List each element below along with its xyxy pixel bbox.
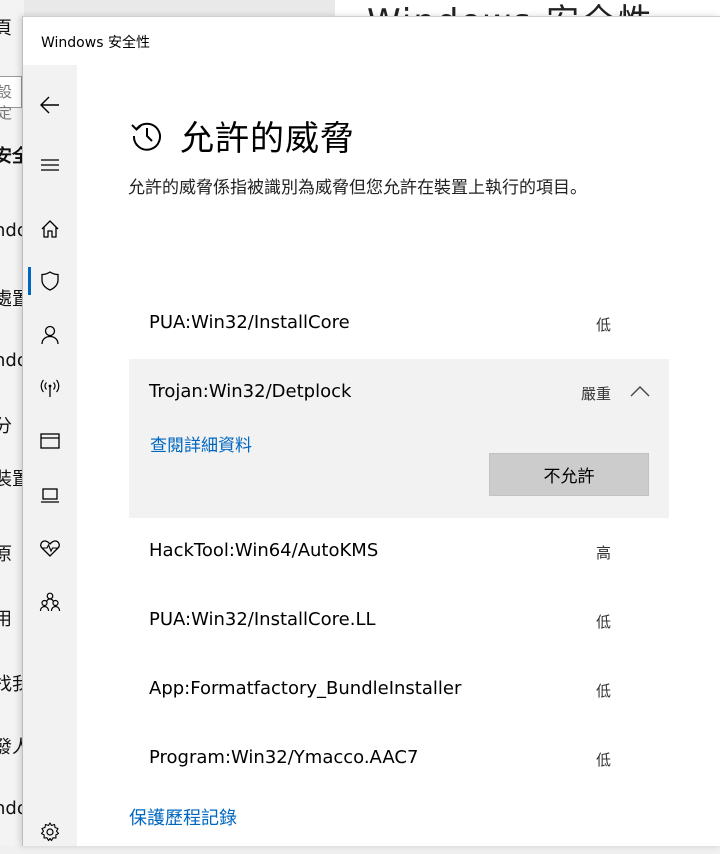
threat-severity: 低 <box>595 682 611 700</box>
nav-firewall-network[interactable] <box>23 366 77 410</box>
threat-row[interactable]: PUA:Win32/InstallCore.LL 低 <box>129 587 669 656</box>
threat-row[interactable]: HackTool:Win64/AutoKMS 高 <box>129 518 669 587</box>
threat-name: App:Formatfactory_BundleInstaller <box>149 678 462 699</box>
background-item: 頁 <box>0 18 12 39</box>
chevron-up-icon[interactable] <box>629 384 651 398</box>
disallow-button[interactable]: 不允許 <box>489 453 649 496</box>
navigation-rail <box>23 65 77 846</box>
back-button[interactable] <box>23 83 77 127</box>
nav-account-protection[interactable] <box>23 313 77 357</box>
threat-severity: 嚴重 <box>580 385 611 403</box>
view-details-link[interactable]: 查閱詳細資料 <box>150 431 252 456</box>
threat-row[interactable]: App:Formatfactory_BundleInstaller 低 <box>129 656 669 725</box>
history-clock-icon <box>131 122 161 151</box>
protection-history-link[interactable]: 保護歷程記錄 <box>129 804 237 830</box>
threat-name: HackTool:Win64/AutoKMS <box>149 540 379 561</box>
nav-settings[interactable] <box>23 810 77 854</box>
background-window-title: Windows 安全性 <box>367 0 654 16</box>
background-item: 找我 <box>0 674 24 695</box>
background-sidebar: 頁 設定 安全 ndo 處置 ndo 分 裝置 原 用 找我 發人 ndo <box>0 0 24 845</box>
menu-button[interactable] <box>23 143 77 187</box>
nav-device-performance-health[interactable] <box>23 526 77 570</box>
background-item: ndo <box>0 798 24 819</box>
windows-security-window: Windows 安全性 允許的威脅 允許的威脅係指被識別為威脅但您允許在裝置上執… <box>22 16 720 846</box>
wireless-antenna-icon <box>40 379 60 397</box>
threat-name: PUA:Win32/InstallCore.LL <box>149 609 376 630</box>
nav-family-options[interactable] <box>23 580 77 624</box>
allowed-threats-list: PUA:Win32/InstallCore 低 Trojan:Win32/Det… <box>129 290 669 794</box>
family-icon <box>39 592 61 612</box>
person-icon <box>41 325 59 345</box>
background-item: 分 <box>0 416 12 437</box>
hamburger-menu-icon <box>41 159 59 171</box>
browser-window-icon <box>40 433 60 449</box>
shield-icon <box>41 271 59 291</box>
page-title: 允許的威脅 <box>180 119 355 159</box>
threat-row-expanded[interactable]: Trojan:Win32/Detplock 嚴重 查閱詳細資料 不允許 <box>129 359 669 518</box>
background-item: 發人 <box>0 737 24 758</box>
background-item: 安全 <box>0 146 24 167</box>
background-window-header: Windows 安全性 <box>335 0 720 16</box>
threat-severity: 高 <box>595 544 611 562</box>
threat-severity: 低 <box>595 751 611 769</box>
heart-pulse-icon <box>40 540 60 557</box>
background-item: 原 <box>0 544 12 565</box>
background-item: 處置 <box>0 289 24 310</box>
page-header: 允許的威脅 <box>130 111 355 160</box>
background-item: 裝置 <box>0 469 24 490</box>
threat-name: Trojan:Win32/Detplock <box>149 381 352 402</box>
threat-row[interactable]: Program:Win32/Ymacco.AAC7 低 <box>129 725 669 794</box>
nav-virus-protection[interactable] <box>23 259 77 303</box>
main-content: 允許的威脅 允許的威脅係指被識別為威脅但您允許在裝置上執行的項目。 PUA:Wi… <box>77 65 720 846</box>
threat-severity: 低 <box>595 316 611 334</box>
threat-name: Program:Win32/Ymacco.AAC7 <box>149 747 419 768</box>
nav-device-security[interactable] <box>23 473 77 517</box>
nav-app-browser-control[interactable] <box>23 419 77 463</box>
threat-row[interactable]: PUA:Win32/InstallCore 低 <box>129 290 669 359</box>
title-bar[interactable]: Windows 安全性 <box>23 17 720 65</box>
threat-severity: 低 <box>595 613 611 631</box>
window-title: Windows 安全性 <box>41 35 150 51</box>
background-item: ndo <box>0 220 24 241</box>
background-search-box: 設定 <box>0 76 22 122</box>
gear-icon <box>40 822 60 842</box>
page-description: 允許的威脅係指被識別為威脅但您允許在裝置上執行的項目。 <box>128 178 587 198</box>
threat-name: PUA:Win32/InstallCore <box>149 312 350 333</box>
background-item: ndo <box>0 350 24 371</box>
laptop-icon <box>41 488 59 503</box>
back-arrow-icon <box>40 96 59 114</box>
nav-home[interactable] <box>23 207 77 251</box>
home-icon <box>41 220 59 238</box>
background-item: 用 <box>0 609 12 630</box>
